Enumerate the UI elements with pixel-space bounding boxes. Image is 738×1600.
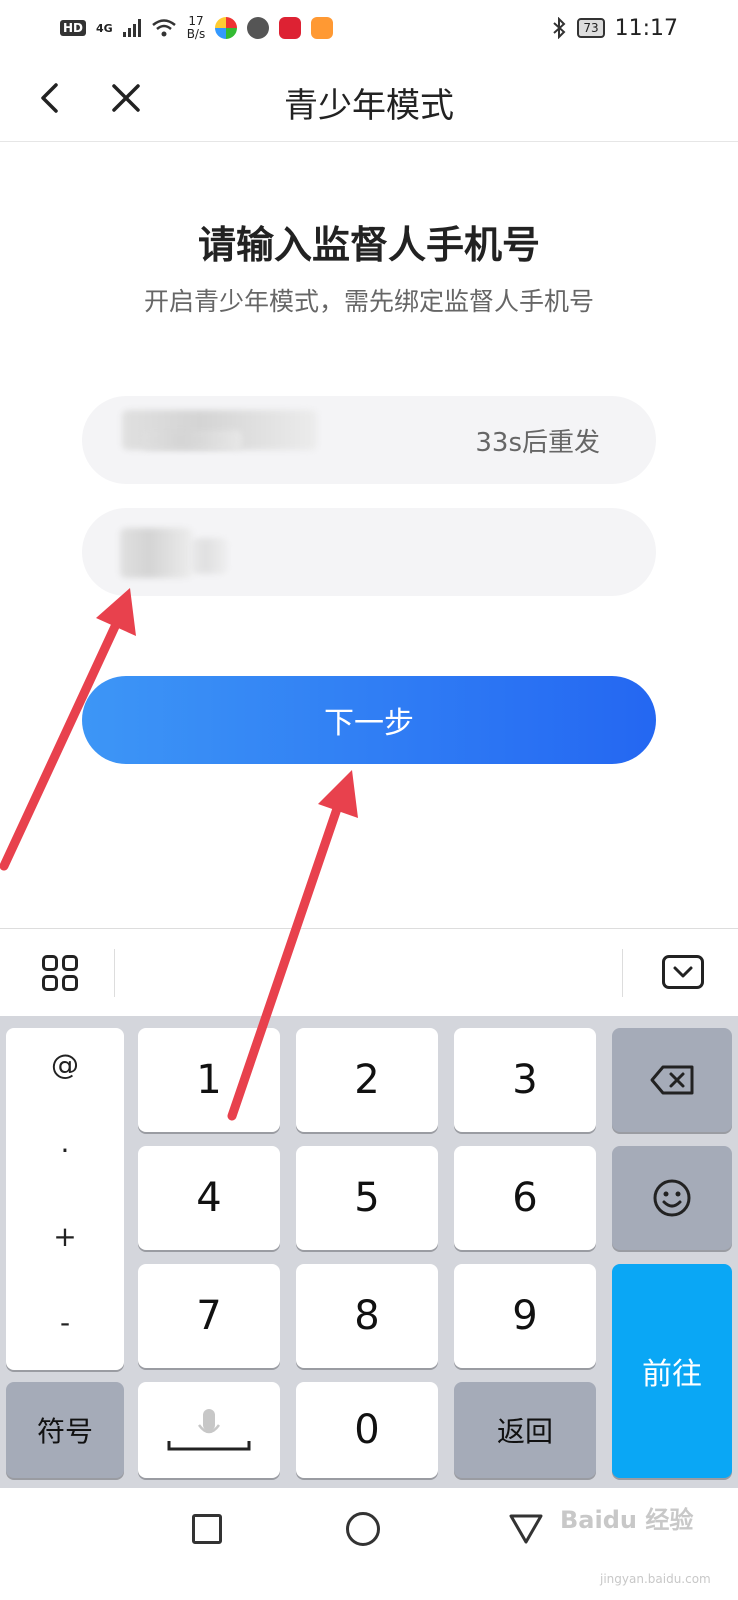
symbol-at-key[interactable]: @ [6,1048,124,1081]
smiley-icon [653,1179,691,1217]
numeric-keyboard: @ · + - 1 2 3 4 5 6 7 8 9 前往 符号 0 返回 [0,1016,738,1488]
keyboard-toolbar [0,928,738,1016]
page-title: 青少年模式 [284,86,454,126]
message-icon [247,17,270,39]
status-bar: HD 4G 17 B/s 73 11:17 [0,0,738,56]
masked-verification-code [192,538,228,574]
symbol-plus-key[interactable]: + [6,1220,124,1253]
emoji-key[interactable] [612,1146,732,1250]
go-key[interactable]: 前往 [612,1264,732,1478]
digit-key-3[interactable]: 3 [454,1028,596,1132]
toolbar-divider [622,949,623,997]
backspace-key[interactable] [612,1028,732,1132]
recent-apps-button[interactable] [192,1514,222,1544]
digit-key-9[interactable]: 9 [454,1264,596,1368]
verification-code-input[interactable] [82,508,656,596]
digit-key-0[interactable]: 0 [296,1382,438,1478]
microphone-icon [167,1409,251,1451]
masked-phone-number [142,430,242,450]
symbol-minus-key[interactable]: - [6,1306,124,1339]
digit-key-6[interactable]: 6 [454,1146,596,1250]
digit-key-5[interactable]: 5 [296,1146,438,1250]
next-button[interactable]: 下一步 [82,676,656,764]
wifi-icon [151,19,176,37]
hd-icon: HD [60,20,87,36]
video-app-icon [311,17,334,39]
bluetooth-icon [553,17,566,39]
heading: 请输入监督人手机号 [197,223,540,267]
backspace-icon [650,1065,694,1095]
speed-unit: B/s [186,27,206,41]
network-type: 4G [96,21,113,35]
arrow-head-icon [318,770,358,818]
symbol-switch-key[interactable]: 符号 [6,1382,124,1478]
digit-key-7[interactable]: 7 [138,1264,280,1368]
subheading: 开启青少年模式，需先绑定监督人手机号 [143,287,594,316]
digit-key-1[interactable]: 1 [138,1028,280,1132]
grid-menu-icon[interactable] [42,955,78,991]
nav-header: 青少年模式 [0,56,738,142]
voice-input-key[interactable] [138,1382,280,1478]
symbol-dot-key[interactable]: · [6,1134,124,1167]
digit-key-8[interactable]: 8 [296,1264,438,1368]
speed-value: 17 [188,14,204,28]
resend-countdown[interactable]: 33s后重发 [475,422,600,459]
app-notification-icon [215,17,238,39]
signal-icon [122,19,141,37]
digit-key-2[interactable]: 2 [296,1028,438,1132]
masked-verification-code [120,528,192,578]
symbol-column[interactable]: @ · + - [6,1028,124,1370]
home-button[interactable] [346,1512,380,1546]
digit-key-4[interactable]: 4 [138,1146,280,1250]
toolbar-divider [114,949,115,997]
screen: HD 4G 17 B/s 73 11:17 青少年模式 请输入监督人手机号 开启… [0,0,738,1600]
keyboard-collapse-icon[interactable] [662,955,704,989]
clock: 11:17 [614,15,678,41]
baidu-watermark: Baidu 经验 [560,1506,694,1534]
watermark-url: jingyan.baidu.com [600,1572,711,1586]
back-key[interactable]: 返回 [454,1382,596,1478]
phone-input[interactable]: 33s后重发 [82,396,656,484]
battery-icon: 73 [577,18,605,38]
network-speed: 17 B/s [187,15,206,41]
app-notification-icon [279,17,302,39]
back-triangle-icon[interactable] [508,1512,544,1546]
